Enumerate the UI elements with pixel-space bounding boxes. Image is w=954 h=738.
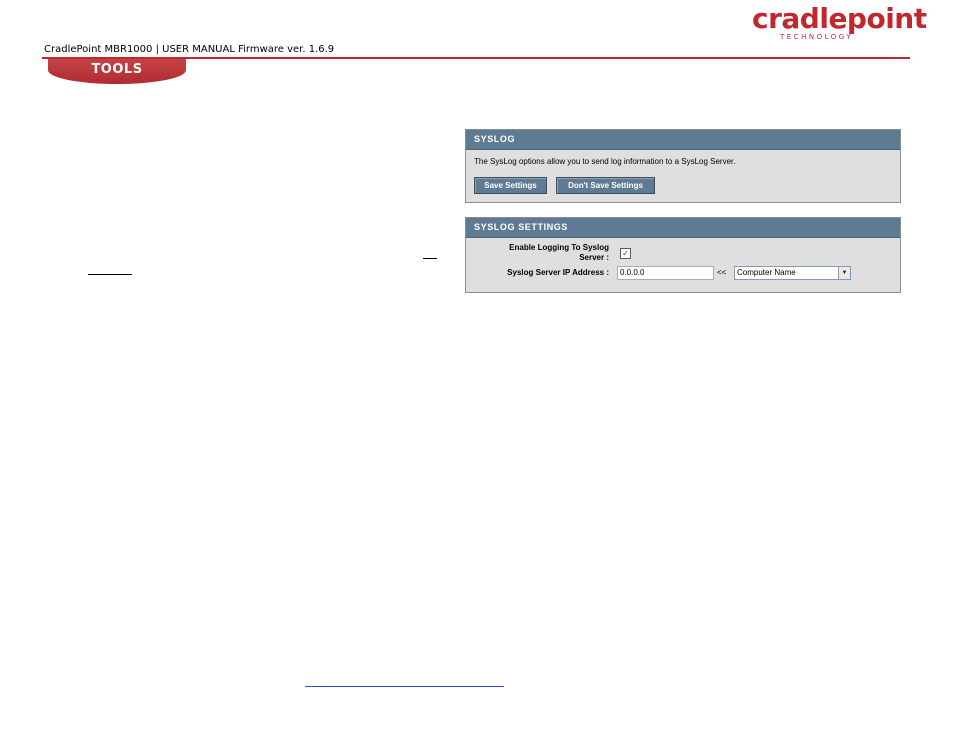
- enable-logging-label-line2: Server :: [579, 253, 609, 262]
- syslog-ip-label: Syslog Server IP Address :: [507, 268, 609, 277]
- computer-name-select-value: Computer Name: [737, 268, 796, 277]
- section-tab-label: TOOLS: [91, 62, 143, 77]
- chevron-down-icon[interactable]: ▼: [838, 267, 850, 279]
- enable-logging-label: Enable Logging To Syslog Server :: [466, 243, 609, 263]
- logo-tagline: TECHNOLOGY: [780, 33, 854, 41]
- document-header: CradlePoint MBR1000 | USER MANUAL Firmwa…: [44, 44, 335, 55]
- underline-fragment: [88, 274, 132, 275]
- syslog-settings-title: SYSLOG SETTINGS: [466, 218, 900, 238]
- save-settings-button[interactable]: Save Settings: [474, 177, 547, 194]
- footer-link-underline[interactable]: [305, 686, 504, 687]
- cradlepoint-logo: cradlepoint TECHNOLOGY: [752, 4, 927, 42]
- underline-fragment: [423, 258, 437, 259]
- enable-logging-label-line1: Enable Logging To Syslog: [509, 243, 609, 252]
- section-tab: TOOLS: [48, 59, 186, 84]
- syslog-panel: SYSLOG The SysLog options allow you to s…: [465, 129, 901, 203]
- dont-save-settings-button[interactable]: Don't Save Settings: [556, 177, 655, 194]
- computer-name-select[interactable]: Computer Name ▼: [734, 266, 851, 280]
- enable-logging-checkbox[interactable]: ✓: [620, 248, 631, 259]
- syslog-settings-panel: SYSLOG SETTINGS Enable Logging To Syslog…: [465, 217, 901, 293]
- syslog-ip-input[interactable]: 0.0.0.0: [617, 266, 714, 280]
- logo-wordmark: cradlepoint: [752, 2, 927, 35]
- copy-arrows: <<: [717, 268, 727, 277]
- syslog-panel-title: SYSLOG: [466, 130, 900, 150]
- syslog-description: The SysLog options allow you to send log…: [474, 157, 736, 166]
